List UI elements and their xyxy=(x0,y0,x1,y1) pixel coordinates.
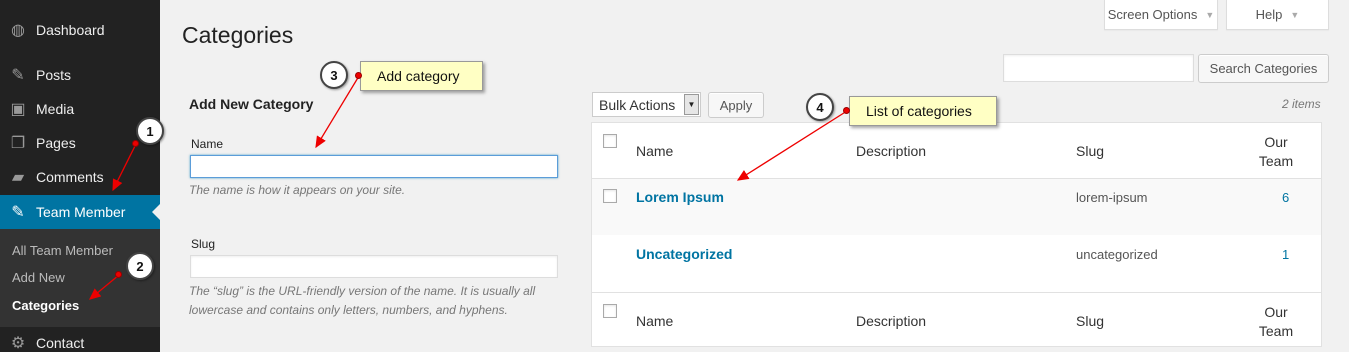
select-all-checkbox[interactable] xyxy=(603,304,617,318)
search-input[interactable] xyxy=(1003,54,1194,82)
menu-label: Posts xyxy=(36,67,72,83)
column-name[interactable]: Name xyxy=(636,313,673,329)
menu-item-media[interactable]: ▣ Media xyxy=(0,92,160,126)
category-count-link[interactable]: 1 xyxy=(1282,247,1289,262)
media-icon: ▣ xyxy=(10,101,26,118)
gear-icon: ⚙ xyxy=(10,335,26,352)
pin-icon: ✎ xyxy=(11,67,25,84)
comment-icon: ▰ xyxy=(11,169,25,186)
triangle-down-icon: ▼ xyxy=(1205,9,1215,20)
menu-label: Media xyxy=(36,101,75,117)
menu-item-dashboard[interactable]: ◍ Dashboard xyxy=(0,13,160,47)
column-our-team[interactable]: Our Team xyxy=(1256,303,1296,341)
dashboard-icon: ◍ xyxy=(11,22,25,39)
help-tab[interactable]: Help ▼ xyxy=(1226,0,1329,30)
triangle-down-icon: ▼ xyxy=(1290,9,1300,20)
screen-options-label: Screen Options xyxy=(1107,7,1198,22)
menu-label: Pages xyxy=(36,135,76,151)
chevron-down-icon: ▼ xyxy=(684,94,699,115)
menu-item-team-member[interactable]: ✎ Team Member xyxy=(0,195,160,229)
annotation-dot xyxy=(355,72,362,79)
category-name-link[interactable]: Uncategorized xyxy=(636,246,732,262)
pin-icon: ✎ xyxy=(11,204,25,221)
annotation-badge-4: 4 xyxy=(806,93,834,121)
table-row: Lorem Ipsum lorem-ipsum 6 xyxy=(592,179,1321,235)
pages-icon: ❐ xyxy=(10,135,26,152)
menu-item-contact[interactable]: ⚙ Contact xyxy=(0,326,160,352)
category-name-link[interactable]: Lorem Ipsum xyxy=(636,189,724,205)
menu-item-posts[interactable]: ✎ Posts xyxy=(0,58,160,92)
submenu-add-new[interactable]: Add New xyxy=(12,270,65,285)
apply-button[interactable]: Apply xyxy=(708,92,764,118)
annotation-badge-2: 2 xyxy=(126,252,154,280)
menu-label: Contact xyxy=(36,335,85,351)
annotation-dot xyxy=(843,107,850,114)
column-description[interactable]: Description xyxy=(856,313,926,329)
help-label: Help xyxy=(1255,7,1283,22)
annotation-badge-3: 3 xyxy=(320,61,348,89)
submenu-all-team-member[interactable]: All Team Member xyxy=(12,243,113,258)
bulk-actions-value: Bulk Actions xyxy=(599,96,676,113)
table-header-row: Name Description Slug Our Team xyxy=(592,123,1321,179)
screen-options-tab[interactable]: Screen Options ▼ xyxy=(1104,0,1218,30)
menu-item-comments[interactable]: ▰ Comments xyxy=(0,160,160,194)
select-all-checkbox[interactable] xyxy=(603,134,617,148)
menu-label: Team Member xyxy=(36,204,126,220)
category-slug: lorem-ipsum xyxy=(1076,190,1148,205)
table-row: Uncategorized uncategorized 1 xyxy=(592,235,1321,293)
table-footer-row: Name Description Slug Our Team xyxy=(592,293,1321,347)
slug-help-text: The “slug” is the URL-friendly version o… xyxy=(189,284,536,317)
admin-sidebar: ◍ Dashboard ✎ Posts ▣ Media ❐ Pages ▰ Co… xyxy=(0,0,160,352)
bulk-actions-select[interactable]: Bulk Actions ▼ xyxy=(592,92,701,117)
annotation-tip-list-of-categories: List of categories xyxy=(849,96,997,126)
row-checkbox[interactable] xyxy=(603,189,617,203)
search-categories-button[interactable]: Search Categories xyxy=(1198,54,1329,83)
column-our-team[interactable]: Our Team xyxy=(1256,133,1296,171)
submenu-categories[interactable]: Categories xyxy=(12,298,79,313)
name-help-text: The name is how it appears on your site. xyxy=(189,183,406,197)
name-field[interactable] xyxy=(190,155,558,178)
column-description[interactable]: Description xyxy=(856,143,926,159)
column-name[interactable]: Name xyxy=(636,143,673,159)
category-slug: uncategorized xyxy=(1076,247,1158,262)
annotation-dot xyxy=(132,140,139,147)
name-label: Name xyxy=(191,137,224,151)
categories-table: Name Description Slug Our Team Lorem Ips… xyxy=(591,122,1322,347)
column-slug[interactable]: Slug xyxy=(1076,313,1104,329)
page-title: Categories xyxy=(182,22,294,48)
item-count: 2 items xyxy=(1282,97,1321,111)
add-new-category-heading: Add New Category xyxy=(189,96,314,112)
annotation-dot xyxy=(115,271,122,278)
slug-label: Slug xyxy=(191,237,216,251)
annotation-badge-1: 1 xyxy=(136,117,164,145)
category-count-link[interactable]: 6 xyxy=(1282,190,1289,205)
column-slug[interactable]: Slug xyxy=(1076,143,1104,159)
menu-label: Comments xyxy=(36,169,104,185)
menu-label: Dashboard xyxy=(36,22,105,38)
annotation-tip-add-category: Add category xyxy=(360,61,483,91)
slug-field[interactable] xyxy=(190,255,558,278)
